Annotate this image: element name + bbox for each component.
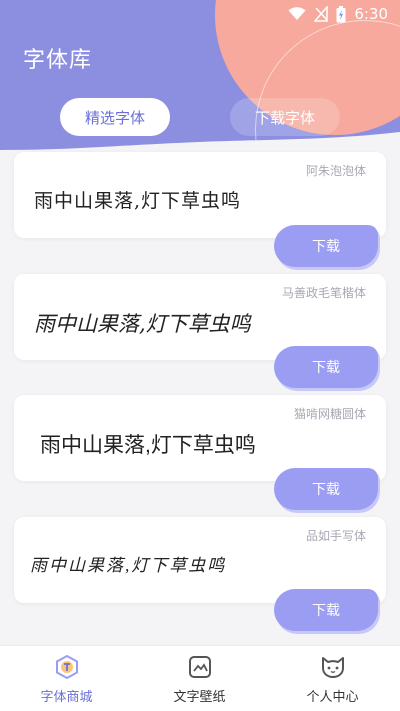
nav-label: 字体商城 <box>40 689 93 705</box>
download-button[interactable]: 下载 <box>274 468 378 510</box>
font-sample-text: 雨中山果落,灯下草虫鸣 <box>30 556 227 575</box>
tab-downloaded-fonts[interactable]: 下载字体 <box>230 98 340 136</box>
font-name: 猫啃网糖圆体 <box>293 407 366 421</box>
no-signal-icon <box>314 6 329 22</box>
font-sample-text: 雨中山果落,灯下草虫鸣 <box>40 434 256 457</box>
nav-profile[interactable]: 个人中心 <box>266 646 399 711</box>
download-button[interactable]: 下载 <box>274 346 378 388</box>
font-name: 阿朱泡泡体 <box>305 164 366 178</box>
nav-label: 个人中心 <box>306 689 359 705</box>
nav-label: 文字壁纸 <box>173 689 226 705</box>
nav-text-wallpaper[interactable]: 文字壁纸 <box>133 646 266 711</box>
tab-featured-fonts[interactable]: 精选字体 <box>60 98 170 136</box>
nav-font-store[interactable]: 字体商城 <box>0 646 133 711</box>
font-name: 品如手写体 <box>305 529 366 543</box>
download-button[interactable]: 下载 <box>274 225 378 267</box>
font-sample-text: 雨中山果落,灯下草虫鸣 <box>34 312 251 336</box>
font-sample-text: 雨中山果落,灯下草虫鸣 <box>34 190 242 212</box>
wifi-icon <box>288 7 306 20</box>
cat-profile-icon <box>321 656 344 678</box>
font-store-icon <box>55 654 78 679</box>
status-bar: 6:30 <box>0 0 400 28</box>
battery-icon <box>336 5 346 22</box>
download-button[interactable]: 下载 <box>274 589 378 631</box>
page-title: 字体库 <box>23 48 93 73</box>
font-name: 马善政毛笔楷体 <box>281 286 366 300</box>
bottom-nav: 字体商城 文字壁纸 个人中心 <box>0 645 400 711</box>
wallpaper-icon <box>188 655 211 678</box>
status-time: 6:30 <box>354 5 388 23</box>
